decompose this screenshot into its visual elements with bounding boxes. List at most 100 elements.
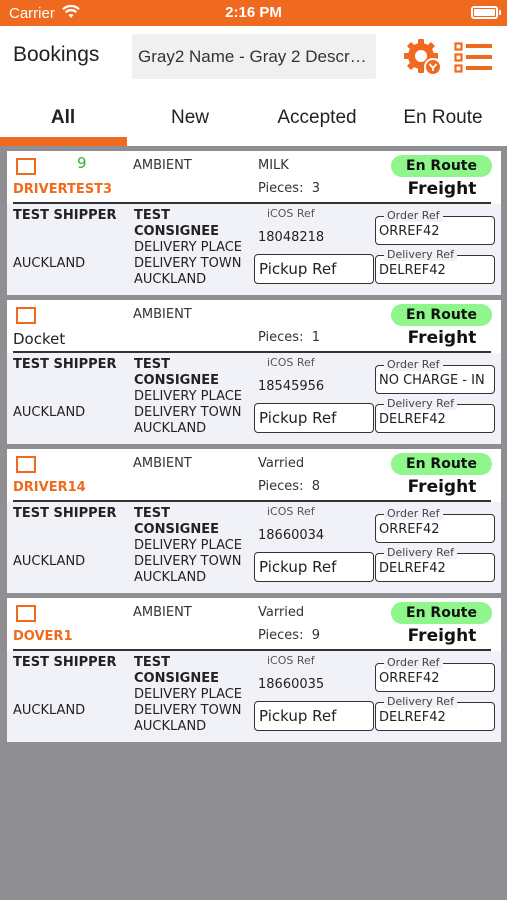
select-checkbox[interactable] [16,605,36,622]
delivery-ref-field[interactable]: Delivery Ref DELREF42 [375,546,495,582]
status-badge: En Route [391,453,492,475]
icos-ref-label: iCOS Ref [267,356,315,369]
order-ref-value: ORREF42 [379,671,440,686]
delivery-city: AUCKLAND [134,272,207,287]
temperature-label: AMBIENT [133,456,192,471]
icos-ref-value: 18048218 [258,230,325,245]
driver-name: DRIVER14 [13,480,86,495]
delivery-ref-label: Delivery Ref [384,397,457,410]
active-tab-indicator [0,137,127,146]
pieces-label: Pieces: [258,628,304,643]
delivery-ref-label: Delivery Ref [384,695,457,708]
tab-en-route[interactable]: En Route [380,92,506,146]
status-badge: En Route [391,155,492,177]
delivery-ref-value: DELREF42 [379,412,446,427]
booking-type: Freight [407,477,477,497]
icos-ref-value: 18660034 [258,528,325,543]
pieces-label: Pieces: [258,181,304,196]
delivery-city: AUCKLAND [134,570,207,585]
list-menu-icon[interactable] [454,42,494,79]
booking-card[interactable]: DRIVER14 AMBIENT Varried Pieces: 8 En Ro… [7,449,501,593]
card-divider [13,649,491,651]
tab-bar: All New Accepted En Route [0,92,507,146]
pieces-count: Pieces: 9 [258,628,320,643]
pieces-count: Pieces: 3 [258,181,320,196]
page-title: Bookings [13,43,100,66]
select-checkbox[interactable] [16,158,36,175]
consignee-name: TEST CONSIGNEE [134,506,219,537]
booking-card[interactable]: DOVER1 AMBIENT Varried Pieces: 9 En Rout… [7,598,501,742]
delivery-address: DELIVERY PLACE DELIVERY TOWN AUCKLAND [134,240,242,288]
pieces-label: Pieces: [258,330,304,345]
tab-accepted[interactable]: Accepted [254,92,380,146]
delivery-town: DELIVERY TOWN [134,405,242,420]
shipper-name: TEST SHIPPER [13,357,117,372]
shipper-city: AUCKLAND [13,405,86,420]
temperature-label: AMBIENT [133,605,192,620]
delivery-town: DELIVERY TOWN [134,256,242,271]
pieces-value: 3 [311,181,321,196]
consignee-name: TEST CONSIGNEE [134,208,219,239]
order-ref-label: Order Ref [384,358,443,371]
pieces-value: 9 [311,628,321,643]
order-ref-value: ORREF42 [379,224,440,239]
product-label: Varried [258,605,305,620]
status-badge: En Route [391,304,492,326]
temperature-label: AMBIENT [133,307,192,322]
delivery-city: AUCKLAND [134,421,207,436]
delivery-place: DELIVERY PLACE [134,240,243,255]
pickup-ref-field[interactable]: Pickup Ref [254,254,374,284]
pickup-ref-field[interactable]: Pickup Ref [254,552,374,582]
select-checkbox[interactable] [16,307,36,324]
pickup-ref-field[interactable]: Pickup Ref [254,403,374,433]
booking-card[interactable]: 9 DRIVERTEST3 AMBIENT MILK Pieces: 3 En … [7,151,501,295]
pieces-value: 8 [311,479,321,494]
clock-time: 2:16 PM [225,4,282,21]
delivery-ref-field[interactable]: Delivery Ref DELREF42 [375,248,495,284]
shipper-city: AUCKLAND [13,554,86,569]
icos-ref-label: iCOS Ref [267,207,315,220]
icos-ref-value: 18660035 [258,677,325,692]
delivery-address: DELIVERY PLACE DELIVERY TOWN AUCKLAND [134,687,242,735]
order-ref-label: Order Ref [384,507,443,520]
order-ref-field[interactable]: Order Ref ORREF42 [375,209,495,245]
card-divider [13,351,491,353]
shipper-name: TEST SHIPPER [13,655,117,670]
order-ref-field[interactable]: Order Ref ORREF42 [375,507,495,543]
shipper-city: AUCKLAND [13,703,86,718]
booking-card[interactable]: Docket AMBIENT Pieces: 1 En Route Freigh… [7,300,501,444]
booking-type: Freight [407,179,477,199]
search-input[interactable]: Gray2 Name - Gray 2 Description [132,34,376,79]
app-header: Bookings Gray2 Name - Gray 2 Description [0,26,507,92]
shipper-name: TEST SHIPPER [13,208,117,223]
delivery-place: DELIVERY PLACE [134,389,243,404]
delivery-address: DELIVERY PLACE DELIVERY TOWN AUCKLAND [134,538,242,586]
delivery-ref-field[interactable]: Delivery Ref DELREF42 [375,695,495,731]
delivery-town: DELIVERY TOWN [134,554,242,569]
select-checkbox[interactable] [16,456,36,473]
docket-label: Docket [13,330,66,348]
settings-gear-icon[interactable] [402,36,444,83]
booking-type: Freight [407,626,477,646]
pieces-count: Pieces: 8 [258,479,320,494]
tab-new[interactable]: New [127,92,253,146]
product-label: MILK [258,158,289,173]
delivery-ref-value: DELREF42 [379,710,446,725]
delivery-ref-field[interactable]: Delivery Ref DELREF42 [375,397,495,433]
order-ref-value: ORREF42 [379,522,440,537]
consignee-name: TEST CONSIGNEE [134,655,219,686]
driver-name: DOVER1 [13,629,73,644]
order-ref-field[interactable]: Order Ref NO CHARGE - IN [375,358,495,394]
icos-ref-value: 18545956 [258,379,325,394]
battery-icon [471,6,501,19]
status-bar: Carrier 2:16 PM [0,0,507,26]
order-ref-label: Order Ref [384,209,443,222]
pieces-label: Pieces: [258,479,304,494]
delivery-town: DELIVERY TOWN [134,703,242,718]
order-ref-field[interactable]: Order Ref ORREF42 [375,656,495,692]
delivery-ref-value: DELREF42 [379,561,446,576]
delivery-ref-value: DELREF42 [379,263,446,278]
consignee-name: TEST CONSIGNEE [134,357,219,388]
pickup-ref-field[interactable]: Pickup Ref [254,701,374,731]
delivery-address: DELIVERY PLACE DELIVERY TOWN AUCKLAND [134,389,242,437]
